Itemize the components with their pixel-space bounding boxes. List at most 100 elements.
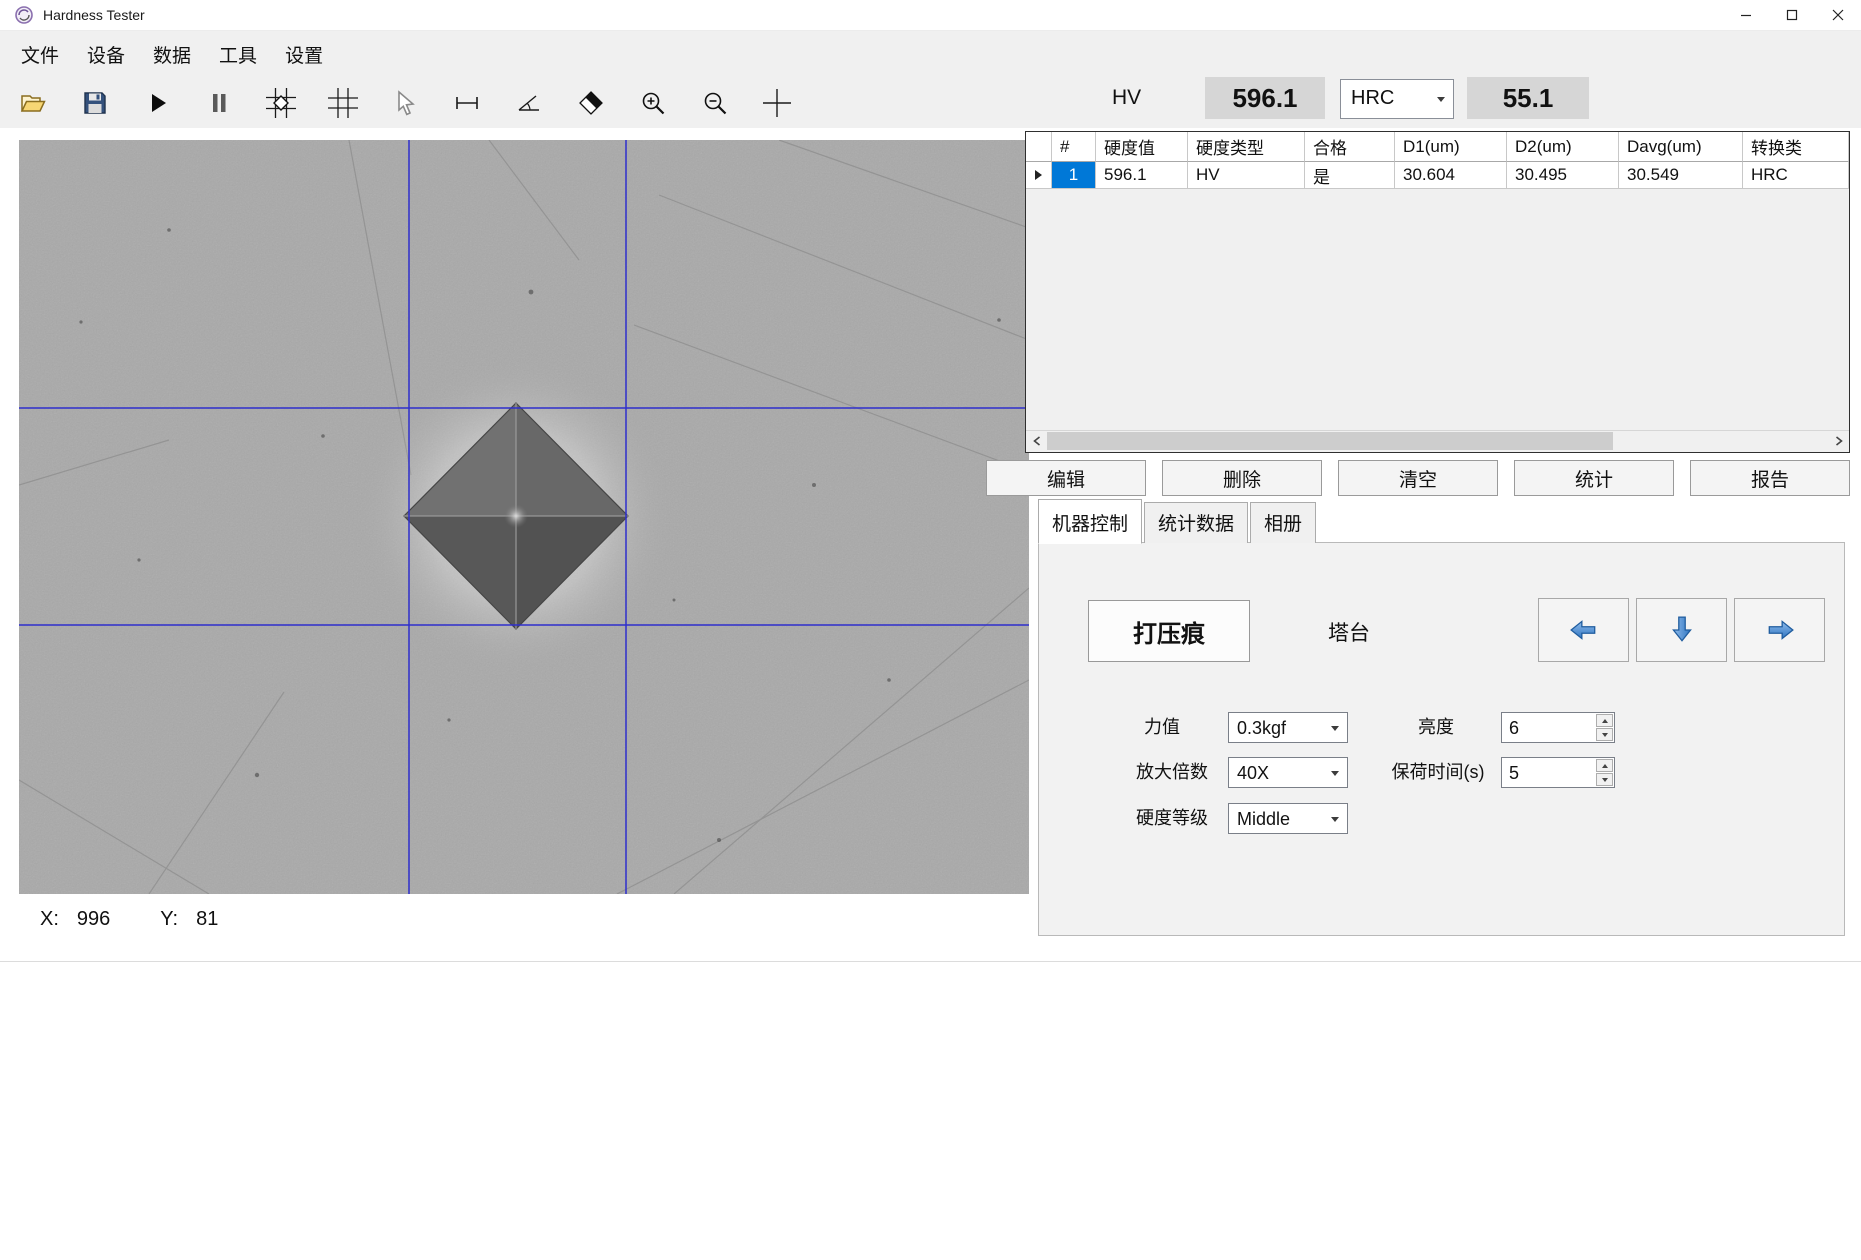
turret-down-button[interactable] — [1636, 598, 1727, 662]
dwell-time-value: 5 — [1509, 763, 1519, 784]
column-header-d1[interactable]: D1(um) — [1395, 132, 1507, 162]
run-button[interactable] — [126, 80, 188, 126]
zoom-in-button[interactable] — [622, 80, 684, 126]
clear-button[interactable]: 清空 — [1338, 460, 1498, 496]
hardness-level-select[interactable]: Middle — [1228, 803, 1348, 834]
chevron-right-icon — [1835, 436, 1843, 446]
edit-button[interactable]: 编辑 — [986, 460, 1146, 496]
convert-scale-value: HRC — [1351, 87, 1394, 110]
make-indent-button[interactable]: 打压痕 — [1088, 600, 1250, 662]
report-button[interactable]: 报告 — [1690, 460, 1850, 496]
column-header-d2[interactable]: D2(um) — [1507, 132, 1619, 162]
brightness-value: 6 — [1509, 718, 1519, 739]
length-measure-button[interactable] — [436, 80, 498, 126]
cell-type[interactable]: HV — [1188, 162, 1305, 189]
cell-d1[interactable]: 30.604 — [1395, 162, 1507, 189]
column-header-convert[interactable]: 转换类 — [1743, 132, 1849, 162]
brightness-up-button[interactable] — [1596, 714, 1613, 727]
cell-davg[interactable]: 30.549 — [1619, 162, 1743, 189]
save-button[interactable] — [64, 80, 126, 126]
cursor-position-readout: X: 996 Y: 81 — [40, 908, 218, 931]
x-label: X: — [40, 908, 59, 931]
menu-device[interactable]: 设备 — [73, 35, 139, 74]
indent-measure-button[interactable] — [250, 80, 312, 126]
tab-strip: 机器控制 统计数据 相册 — [1038, 503, 1318, 543]
brightness-input[interactable]: 6 — [1501, 712, 1615, 743]
hardness-tester-window: Hardness Tester 文件 设备 数据 工具 设置 — [0, 0, 1861, 1260]
table-horizontal-scrollbar[interactable] — [1026, 430, 1849, 452]
pointer-button[interactable] — [374, 80, 436, 126]
statistics-button[interactable]: 统计 — [1514, 460, 1674, 496]
chevron-down-icon — [1437, 97, 1445, 102]
menu-tools[interactable]: 工具 — [205, 35, 271, 74]
delete-button[interactable]: 删除 — [1162, 460, 1322, 496]
crosshair-icon — [760, 86, 794, 120]
cell-convert[interactable]: HRC — [1743, 162, 1849, 189]
x-value: 996 — [77, 908, 110, 931]
turret-right-button[interactable] — [1734, 598, 1825, 662]
close-button[interactable] — [1815, 0, 1861, 30]
row-marker-cell[interactable] — [1026, 162, 1052, 189]
zoom-in-icon — [639, 89, 667, 117]
hardness-scale-label: HV — [1112, 86, 1141, 110]
tab-statistics-data[interactable]: 统计数据 — [1144, 502, 1248, 543]
magnification-value: 40X — [1237, 763, 1269, 784]
cell-num[interactable]: 1 — [1052, 162, 1096, 189]
column-header-pass[interactable]: 合格 — [1305, 132, 1395, 162]
table-row[interactable]: 1 596.1 HV 是 30.604 30.495 30.549 HRC — [1026, 162, 1849, 189]
dwell-time-input[interactable]: 5 — [1501, 757, 1615, 788]
dwell-up-button[interactable] — [1596, 759, 1613, 772]
cell-pass[interactable]: 是 — [1305, 162, 1395, 189]
eraser-button[interactable] — [560, 80, 622, 126]
indent-measure-icon — [266, 88, 296, 118]
pause-icon — [206, 90, 232, 116]
column-header-davg[interactable]: Davg(um) — [1619, 132, 1743, 162]
dwell-down-button[interactable] — [1596, 773, 1613, 786]
menu-file[interactable]: 文件 — [7, 35, 73, 74]
close-icon — [1832, 9, 1844, 21]
open-file-button[interactable] — [2, 80, 64, 126]
chevron-left-icon — [1033, 436, 1041, 446]
maximize-button[interactable] — [1769, 0, 1815, 30]
crosshair-button[interactable] — [746, 80, 808, 126]
tab-album[interactable]: 相册 — [1250, 502, 1316, 543]
column-header-type[interactable]: 硬度类型 — [1188, 132, 1305, 162]
convert-scale-select[interactable]: HRC — [1340, 79, 1454, 119]
current-row-icon — [1035, 170, 1042, 180]
chevron-down-icon — [1331, 726, 1339, 731]
open-folder-icon — [19, 89, 47, 117]
menu-data[interactable]: 数据 — [139, 35, 205, 74]
menubar: 文件 设备 数据 工具 设置 — [0, 31, 1861, 77]
magnification-select[interactable]: 40X — [1228, 757, 1348, 788]
minimize-icon — [1740, 9, 1752, 21]
spin-up-icon — [1602, 764, 1608, 768]
turret-left-button[interactable] — [1538, 598, 1629, 662]
section-divider — [0, 961, 1861, 962]
tab-machine-control[interactable]: 机器控制 — [1038, 499, 1142, 544]
machine-control-panel: 打压痕 塔台 力值 0.3kgf 亮度 6 — [1038, 542, 1845, 936]
converted-value-display: 55.1 — [1467, 77, 1589, 119]
hardness-level-label: 硬度等级 — [1117, 803, 1227, 834]
force-label: 力值 — [1117, 712, 1207, 743]
force-select[interactable]: 0.3kgf — [1228, 712, 1348, 743]
scroll-right-button[interactable] — [1828, 431, 1849, 451]
cell-d2[interactable]: 30.495 — [1507, 162, 1619, 189]
dwell-time-label: 保荷时间(s) — [1379, 757, 1497, 788]
camera-view[interactable] — [19, 140, 1029, 894]
minimize-button[interactable] — [1723, 0, 1769, 30]
angle-measure-button[interactable] — [498, 80, 560, 126]
column-header-hardness[interactable]: 硬度值 — [1096, 132, 1188, 162]
zoom-out-icon — [701, 89, 729, 117]
grid-overlay-button[interactable] — [312, 80, 374, 126]
turret-label: 塔台 — [1294, 617, 1404, 647]
column-header-num[interactable]: # — [1052, 132, 1096, 162]
header-marker-cell — [1026, 132, 1052, 162]
zoom-out-button[interactable] — [684, 80, 746, 126]
menu-settings[interactable]: 设置 — [271, 35, 337, 74]
pause-button[interactable] — [188, 80, 250, 126]
window-title: Hardness Tester — [43, 7, 145, 23]
cell-hardness[interactable]: 596.1 — [1096, 162, 1188, 189]
scrollbar-thumb[interactable] — [1047, 432, 1613, 450]
scroll-left-button[interactable] — [1026, 431, 1047, 451]
brightness-down-button[interactable] — [1596, 728, 1613, 741]
